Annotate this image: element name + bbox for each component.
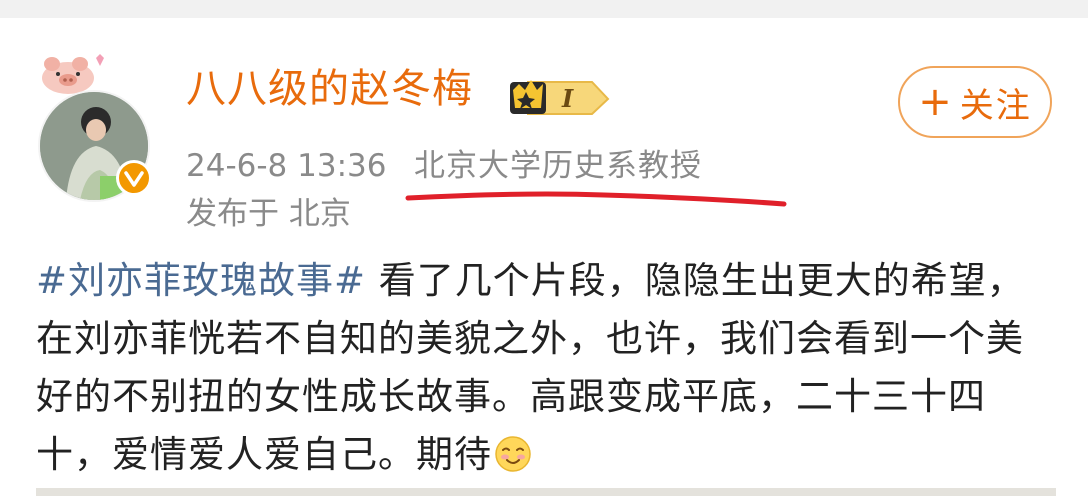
verified-badge-icon: [116, 160, 152, 196]
vip-level: I: [561, 84, 574, 113]
pig-pendant-icon: [42, 54, 104, 94]
post-card: 八八级的赵冬梅 I + 关注 24-6-8 13:36 北京大学历史系教授 发布…: [0, 18, 1088, 496]
red-underline-annotation: [405, 191, 787, 207]
post-text: #刘亦菲玫瑰故事# 看了几个片段，隐隐生出更大的希望，在刘亦菲恍若不自知的美貌之…: [36, 252, 1056, 484]
follow-button[interactable]: + 关注: [898, 66, 1052, 138]
follow-plus: +: [918, 79, 954, 125]
vip-crown-icon[interactable]: I: [496, 68, 614, 116]
follow-label: 关注: [959, 85, 1032, 126]
media-preview-edge: [36, 488, 1056, 496]
top-gap: [0, 0, 1088, 18]
post-time: 24-6-8 13:36: [186, 148, 387, 184]
avatar-area[interactable]: [30, 48, 170, 202]
username[interactable]: 八八级的赵冬梅: [186, 63, 473, 115]
user-title: 北京大学历史系教授: [414, 148, 702, 184]
hashtag-link[interactable]: #刘亦菲玫瑰故事#: [36, 259, 366, 302]
smile-emoji-icon: [495, 436, 531, 472]
post-location: 发布于 北京: [186, 196, 351, 232]
